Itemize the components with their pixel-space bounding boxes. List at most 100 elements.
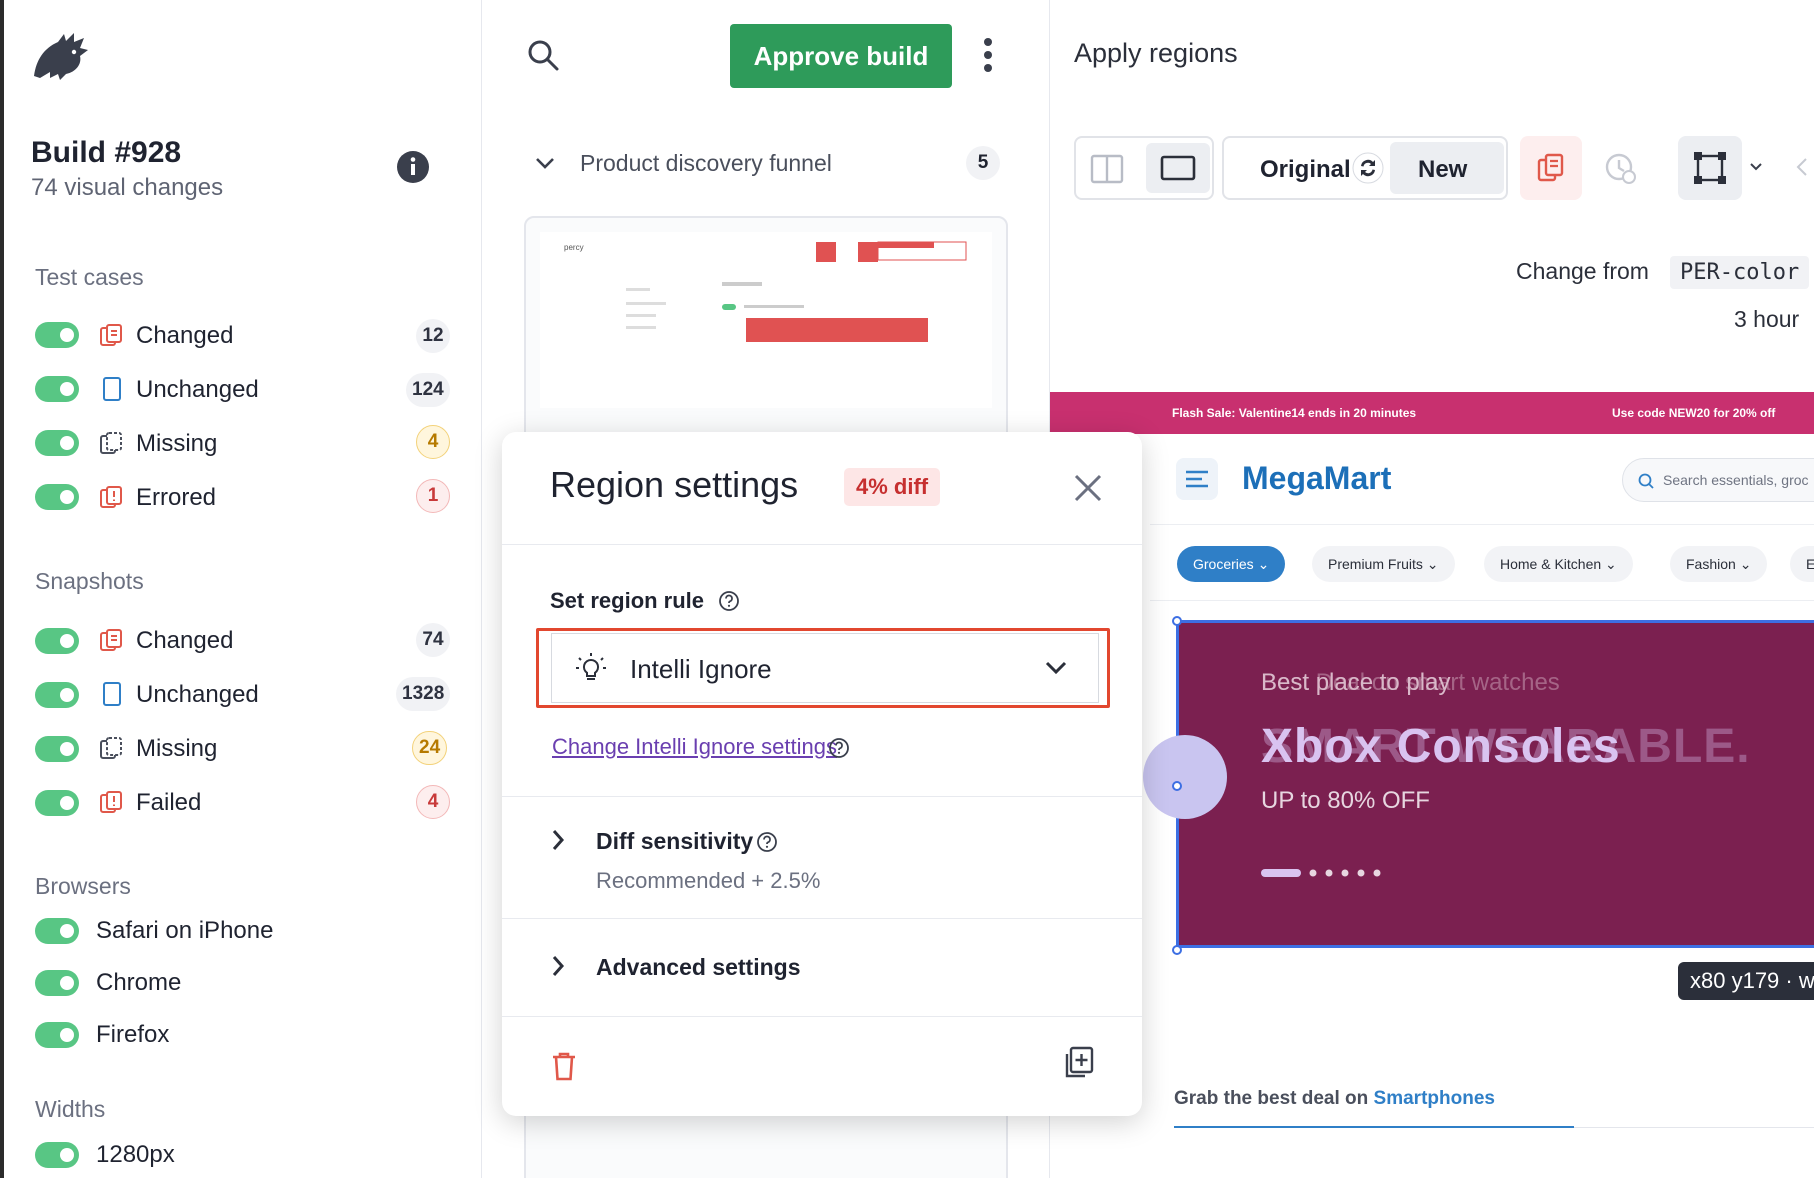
split-view-icon[interactable] <box>1090 154 1124 184</box>
search-icon[interactable] <box>526 38 560 72</box>
change-intelli-ignore-link[interactable]: Change Intelli Ignore settings <box>552 734 837 760</box>
snap-unchanged-count: 1328 <box>396 677 451 711</box>
selected-region[interactable]: Best Deal on smart watches Best place to… <box>1143 616 1814 955</box>
comparison-panel: Apply regions Original New Change from P… <box>1050 0 1814 1178</box>
percy-logo-icon[interactable] <box>30 30 90 82</box>
swap-icon[interactable] <box>1352 152 1384 184</box>
help-icon[interactable] <box>828 737 850 759</box>
browser-chrome-label: Chrome <box>96 969 182 996</box>
new-button[interactable]: New <box>1390 142 1504 194</box>
browser-firefox-label: Firefox <box>96 1021 170 1048</box>
toggle-snap-missing[interactable] <box>35 736 79 762</box>
resize-handle[interactable] <box>1172 616 1182 626</box>
promo-bar: Flash Sale: Valentine14 ends in 20 minut… <box>1050 392 1814 434</box>
toggle-test-errored[interactable] <box>35 484 79 510</box>
more-options-icon[interactable] <box>982 36 994 74</box>
resize-handle[interactable] <box>1172 781 1182 791</box>
browsers-heading: Browsers <box>35 873 131 899</box>
region-rule-label: Set region rule <box>550 588 705 613</box>
failed-icon <box>98 789 124 815</box>
region-rule-select[interactable]: Intelli Ignore <box>551 633 1099 703</box>
single-view-button[interactable] <box>1146 143 1210 193</box>
megamart-logo: MegaMart <box>1242 460 1392 496</box>
category-label: Home & Kitchen <box>1500 556 1602 572</box>
toggle-browser-safari[interactable] <box>35 918 79 944</box>
apply-regions-title: Apply regions <box>1074 38 1238 68</box>
approve-build-button[interactable]: Approve build <box>730 24 952 88</box>
region-rule-select-highlight: Intelli Ignore <box>536 628 1110 708</box>
deal-heading-highlight: Smartphones <box>1373 1088 1495 1109</box>
test-unchanged-count: 124 <box>406 373 450 407</box>
dialog-title: Region settings <box>550 464 799 505</box>
snap-changed-label: Changed <box>136 627 234 654</box>
chevron-down-icon[interactable] <box>1748 160 1764 174</box>
toggle-snap-failed[interactable] <box>35 790 79 816</box>
deal-heading: Grab the best deal on Smartphones <box>1174 1088 1495 1110</box>
snapshot-screenshot[interactable]: Flash Sale: Valentine14 ends in 20 minut… <box>1050 392 1814 1178</box>
diff-sensitivity-value: Recommended + 2.5% <box>596 868 821 893</box>
toggle-browser-chrome[interactable] <box>35 970 79 996</box>
resize-handle[interactable] <box>1172 945 1182 955</box>
test-errored-label: Errored <box>136 484 217 511</box>
category-pill: Ele <box>1790 546 1814 582</box>
help-icon[interactable] <box>756 831 778 853</box>
category-pill: Home & Kitchen ⌄ <box>1484 546 1633 582</box>
toggle-test-missing[interactable] <box>35 430 79 456</box>
diff-overlay-icon <box>1536 152 1566 184</box>
deal-underline <box>1174 1126 1574 1128</box>
category-label: Ele <box>1806 556 1814 572</box>
widths-heading: Widths <box>35 1096 106 1122</box>
duplicate-icon[interactable] <box>1062 1046 1094 1080</box>
diff-badge: 4% diff <box>844 468 941 506</box>
advanced-settings-title[interactable]: Advanced settings <box>596 954 801 981</box>
missing-icon <box>98 735 124 761</box>
info-icon[interactable] <box>396 150 430 184</box>
hero-offer: UP to 80% OFF <box>1261 787 1430 814</box>
deal-divider <box>1574 1127 1814 1128</box>
test-unchanged-label: Unchanged <box>136 376 259 403</box>
test-missing-label: Missing <box>136 430 218 457</box>
help-icon[interactable] <box>718 590 740 612</box>
category-pill: Fashion ⌄ <box>1670 546 1768 582</box>
changed-icon <box>98 322 124 348</box>
missing-icon <box>98 430 124 456</box>
delete-icon[interactable] <box>550 1050 578 1082</box>
snap-missing-label: Missing <box>136 735 218 762</box>
snap-failed-count: 4 <box>416 785 450 819</box>
snap-missing-count: 24 <box>412 731 448 765</box>
region-tool-button[interactable] <box>1678 136 1742 200</box>
chevron-down-icon <box>1044 660 1068 676</box>
toggle-test-changed[interactable] <box>35 322 79 348</box>
thumbnail-preview: percy <box>540 232 992 408</box>
toggle-test-unchanged[interactable] <box>35 376 79 402</box>
width-1280-label: 1280px <box>96 1141 175 1168</box>
build-subtitle: 74 visual changes <box>31 174 224 201</box>
history-icon[interactable] <box>1604 152 1638 186</box>
search-icon <box>1637 472 1655 490</box>
hero-subtitle: Best place to play <box>1261 669 1451 696</box>
hero-title: Xbox Consoles <box>1261 720 1621 773</box>
promo-left-text: Flash Sale: Valentine14 ends in 20 minut… <box>1172 406 1417 420</box>
toggle-width-1280[interactable] <box>35 1142 79 1168</box>
toggle-snap-unchanged[interactable] <box>35 682 79 708</box>
toggle-browser-firefox[interactable] <box>35 1022 79 1048</box>
chevron-right-icon[interactable] <box>550 828 566 852</box>
toggle-snap-changed[interactable] <box>35 628 79 654</box>
divider <box>502 796 1142 797</box>
chevron-down-icon[interactable] <box>534 155 556 171</box>
site-search: Search essentials, groc <box>1622 458 1814 502</box>
svg-text:percy: percy <box>564 243 584 252</box>
close-icon[interactable] <box>1072 472 1104 504</box>
original-button[interactable]: Original <box>1260 156 1351 184</box>
category-pill: Premium Fruits ⌄ <box>1312 546 1455 582</box>
unchanged-icon <box>101 376 123 402</box>
chevron-left-icon[interactable] <box>1794 156 1808 178</box>
group-title[interactable]: Product discovery funnel <box>580 150 832 177</box>
category-label: Fashion <box>1686 556 1736 572</box>
diff-overlay-button[interactable] <box>1520 136 1582 200</box>
divider <box>502 544 1142 545</box>
test-changed-label: Changed <box>136 322 234 349</box>
chevron-right-icon[interactable] <box>550 954 566 978</box>
carousel-dots <box>1261 867 1401 879</box>
diff-sensitivity-title[interactable]: Diff sensitivity <box>596 828 753 855</box>
